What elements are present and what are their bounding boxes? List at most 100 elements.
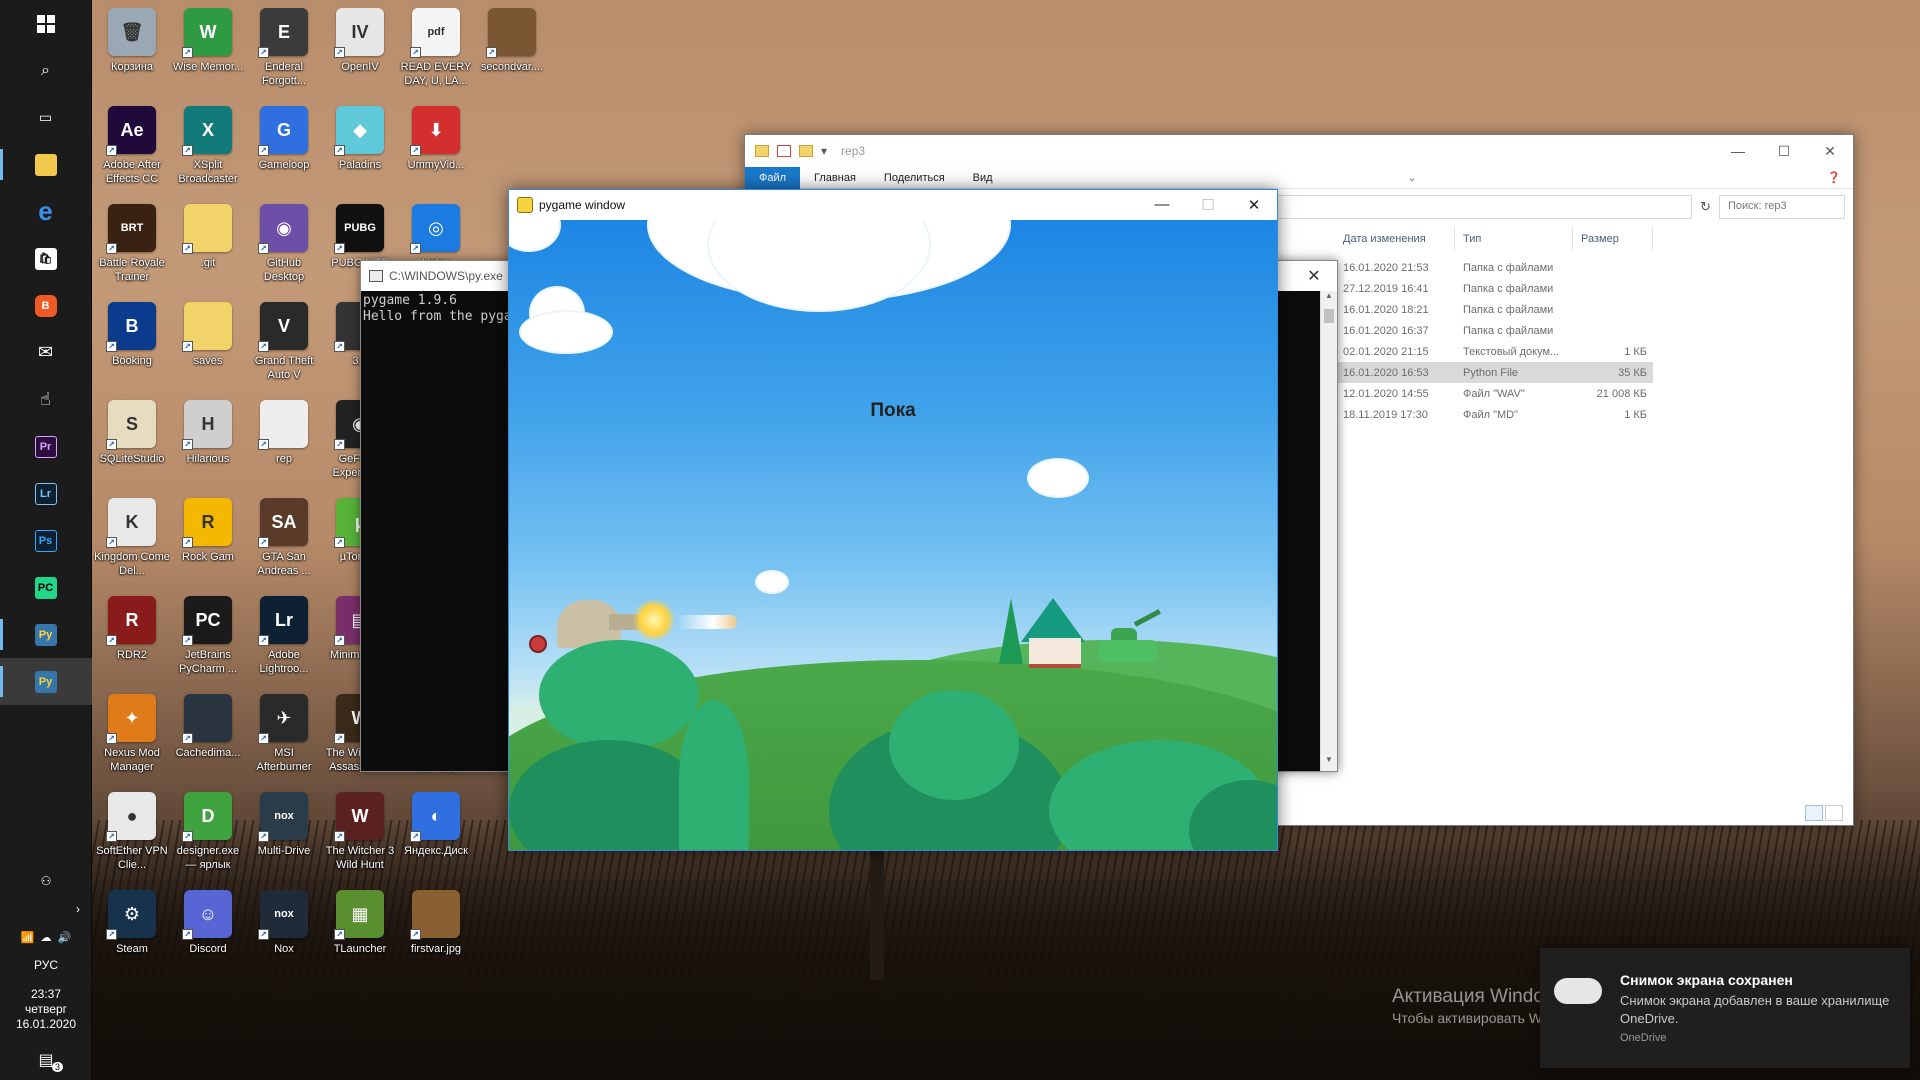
desktop-icon[interactable]: D ↗ designer.exe — ярлык [170, 784, 246, 880]
desktop-icon[interactable]: ◆ ↗ Paladins [322, 98, 398, 194]
large-icons-view-button[interactable] [1825, 805, 1843, 821]
desktop-icon[interactable]: ↗ secondvar.... [474, 0, 550, 96]
desktop-icon[interactable]: ✦ ↗ Nexus Mod Manager [94, 686, 170, 782]
desktop-icon[interactable]: ↗ rep [246, 392, 322, 488]
game-canvas[interactable]: Пока [509, 220, 1277, 850]
taskbar-python-console[interactable]: Py [0, 611, 92, 658]
desktop-icon[interactable]: BRT ↗ Battle Royale Trainer [94, 196, 170, 292]
column-date-modified[interactable]: Дата изменения [1335, 227, 1455, 251]
help-icon[interactable]: ❓ [1827, 171, 1841, 184]
desktop-icon[interactable]: H ↗ Hilarious [170, 392, 246, 488]
desktop-icon[interactable]: E ↗ Enderal Forgott... [246, 0, 322, 96]
desktop-icon[interactable]: ▦ ↗ TLauncher [322, 882, 398, 978]
pygame-titlebar[interactable]: pygame window — ☐ ✕ [509, 190, 1277, 220]
scroll-up-icon[interactable]: ▲ [1321, 291, 1337, 307]
desktop-icon[interactable]: ↗ saves [170, 294, 246, 390]
scroll-down-icon[interactable]: ▼ [1321, 755, 1337, 771]
refresh-icon[interactable]: ↻ [1700, 199, 1711, 215]
ribbon-expand-icon[interactable]: ⌄ [1407, 171, 1416, 184]
action-center-button[interactable]: ▤ 3 [0, 1040, 92, 1080]
tray-status-icons[interactable]: 📶 ☁ 🔊 [0, 923, 92, 951]
desktop-icon[interactable]: ● ↗ SoftEther VPN Clie... [94, 784, 170, 880]
console-scrollbar[interactable]: ▲ ▼ [1320, 291, 1337, 771]
desktop-icon[interactable]: ◉ ↗ GitHub Desktop [246, 196, 322, 292]
taskbar-lightroom[interactable]: Lr [0, 470, 92, 517]
close-button[interactable]: ✕ [1807, 143, 1853, 160]
desktop-icon[interactable]: W ↗ Wise Memor... [170, 0, 246, 96]
file-row[interactable]: 27.12.2019 16:41 Папка с файлами [1335, 278, 1653, 299]
file-row[interactable]: 12.01.2020 14:55 Файл "WAV" 21 008 КБ [1335, 383, 1653, 404]
file-row[interactable]: 16.01.2020 21:53 Папка с файлами [1335, 257, 1653, 278]
desktop-icon[interactable]: V ↗ Grand Theft Auto V [246, 294, 322, 390]
taskbar-premiere[interactable]: Pr [0, 423, 92, 470]
file-row[interactable]: 16.01.2020 16:53 Python File 35 КБ [1335, 362, 1653, 383]
maximize-button[interactable]: ☐ [1761, 143, 1807, 160]
column-size[interactable]: Размер [1573, 227, 1653, 251]
properties-icon[interactable] [777, 145, 791, 157]
desktop-icon[interactable]: ✈ ↗ MSI Afterburner [246, 686, 322, 782]
desktop-icon[interactable]: ⚙ ↗ Steam [94, 882, 170, 978]
desktop-icon[interactable]: Lr ↗ Adobe Lightroo... [246, 588, 322, 684]
details-view-button[interactable] [1805, 805, 1823, 821]
taskbar-mail[interactable]: ✉ [0, 329, 92, 376]
desktop-icon[interactable]: Ae ↗ Adobe After Effects CC [94, 98, 170, 194]
tab-home[interactable]: Главная [800, 167, 870, 189]
explorer-titlebar[interactable]: ▾ rep3 — ☐ ✕ [745, 135, 1853, 167]
file-row[interactable]: 02.01.2020 21:15 Текстовый докум... 1 КБ [1335, 341, 1653, 362]
column-type[interactable]: Тип [1455, 227, 1573, 251]
tab-share[interactable]: Поделиться [870, 167, 959, 189]
desktop-icon[interactable]: pdf ↗ READ EVERY DAY, U, LA... [398, 0, 474, 96]
minimize-button[interactable]: — [1715, 143, 1761, 160]
taskbar-pycharm[interactable]: PC [0, 564, 92, 611]
desktop-icon[interactable]: 🗑 Корзина [94, 0, 170, 96]
desktop-icon[interactable]: ☺ ↗ Discord [170, 882, 246, 978]
desktop-icon[interactable]: ⬇ ↗ UmmyVid... [398, 98, 474, 194]
show-hidden-icons-button[interactable]: › [0, 895, 92, 923]
dropdown-icon[interactable]: ▾ [821, 144, 827, 158]
desktop-icon[interactable]: nox ↗ Multi-Drive [246, 784, 322, 880]
desktop-icon[interactable]: ◐ ↗ Яндекс.Диск [398, 784, 474, 880]
desktop-icon[interactable]: R ↗ Rock Gam [170, 490, 246, 586]
desktop-icon[interactable]: R ↗ RDR2 [94, 588, 170, 684]
folder-icon[interactable] [755, 145, 769, 157]
search-button[interactable]: ⌕ [0, 47, 92, 94]
taskbar-touch[interactable]: ☝ [0, 376, 92, 423]
desktop-icon[interactable]: nox ↗ Nox [246, 882, 322, 978]
desktop-icon[interactable]: PC ↗ JetBrains PyCharm ... [170, 588, 246, 684]
minimize-button[interactable]: — [1139, 196, 1185, 214]
close-button[interactable]: ✕ [1231, 196, 1277, 214]
taskbar-explorer[interactable] [0, 141, 92, 188]
start-button[interactable] [0, 0, 92, 47]
clock[interactable]: 23:37 четверг 16.01.2020 [0, 979, 92, 1040]
desktop-icon[interactable]: ↗ Cachedima... [170, 686, 246, 782]
language-indicator[interactable]: РУС [0, 951, 92, 979]
file-row[interactable]: 16.01.2020 18:21 Папка с файлами [1335, 299, 1653, 320]
desktop-icon[interactable]: SA ↗ GTA San Andreas ... [246, 490, 322, 586]
desktop-icon[interactable]: W ↗ The Witcher 3 Wild Hunt [322, 784, 398, 880]
people-button[interactable]: ⚇ [0, 867, 92, 895]
desktop-icon[interactable]: S ↗ SQLiteStudio [94, 392, 170, 488]
file-row[interactable]: 16.01.2020 16:37 Папка с файлами [1335, 320, 1653, 341]
desktop-icon[interactable]: X ↗ XSplit Broadcaster [170, 98, 246, 194]
search-input[interactable]: Поиск: rep3 [1719, 195, 1845, 219]
taskbar-edge[interactable]: e [0, 188, 92, 235]
desktop-icon-label: SQLiteStudio [99, 453, 165, 465]
desktop-icon[interactable]: IV ↗ OpenIV [322, 0, 398, 96]
close-button[interactable]: ✕ [1291, 266, 1337, 286]
tab-view[interactable]: Вид [959, 167, 1007, 189]
task-view-button[interactable]: ▭ [0, 94, 92, 141]
desktop-icon[interactable]: G ↗ Gameloop [246, 98, 322, 194]
onedrive-notification[interactable]: Снимок экрана сохранен Снимок экрана доб… [1540, 948, 1910, 1068]
taskbar-brave[interactable]: B [0, 282, 92, 329]
desktop-icon[interactable]: K ↗ Kingdom Come Del... [94, 490, 170, 586]
desktop-icon[interactable]: ↗ .git [170, 196, 246, 292]
scroll-thumb[interactable] [1324, 309, 1334, 323]
taskbar-store[interactable]: 🛍 [0, 235, 92, 282]
file-row[interactable]: 18.11.2019 17:30 Файл "MD" 1 КБ [1335, 404, 1653, 425]
desktop-icon[interactable]: B ↗ Booking [94, 294, 170, 390]
taskbar-photoshop[interactable]: Ps [0, 517, 92, 564]
taskbar-pygame[interactable]: Py [0, 658, 92, 705]
new-folder-icon[interactable] [799, 145, 813, 157]
tab-file[interactable]: Файл [745, 166, 801, 189]
desktop-icon[interactable]: ↗ firstvar.jpg [398, 882, 474, 978]
